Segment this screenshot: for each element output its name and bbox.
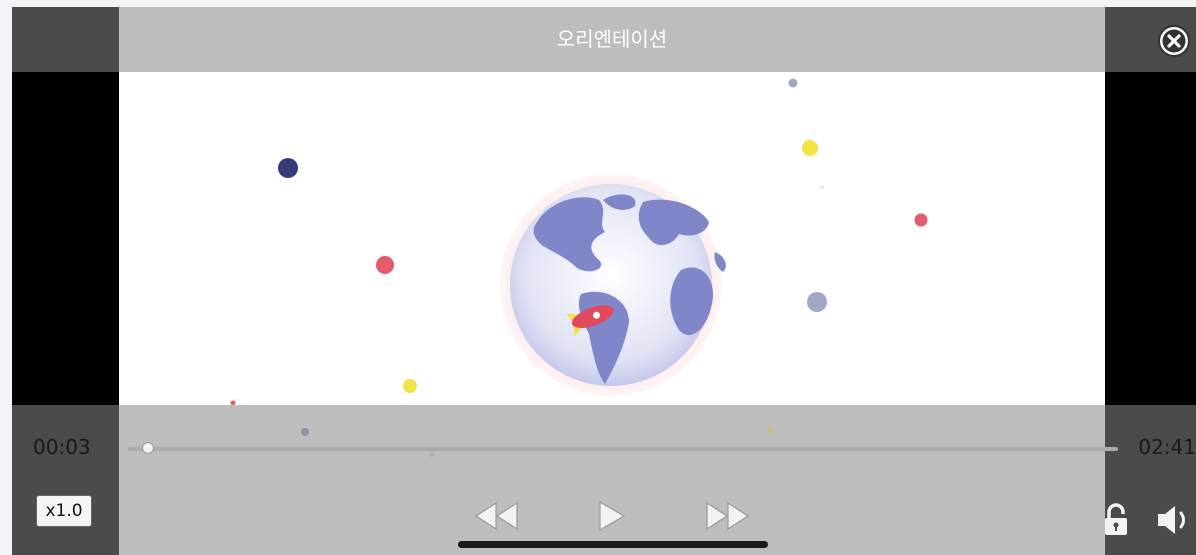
volume-icon <box>1158 506 1185 534</box>
playback-speed-button[interactable]: x1.0 <box>36 495 92 527</box>
seek-bar[interactable] <box>128 447 1118 451</box>
dot <box>914 213 928 227</box>
rewind-icon <box>474 501 518 531</box>
fast-forward-button[interactable] <box>704 501 750 535</box>
bottom-controls: 00:03 02:41 x1.0 <box>12 405 1196 555</box>
video-player[interactable]: 오리엔테이션 00:03 02:41 x1.0 <box>12 7 1196 555</box>
volume-button[interactable] <box>1156 503 1192 541</box>
dot <box>429 451 435 457</box>
fast-forward-icon <box>706 501 750 531</box>
dot <box>767 428 773 434</box>
dot <box>301 428 309 436</box>
top-bar: 오리엔테이션 <box>12 7 1196 72</box>
play-button[interactable] <box>598 500 626 536</box>
home-indicator <box>458 541 768 548</box>
dot <box>807 292 827 312</box>
dot <box>788 78 798 88</box>
title-bar: 오리엔테이션 <box>119 7 1105 72</box>
seek-thumb[interactable] <box>141 442 154 454</box>
globe-animation <box>230 78 928 405</box>
close-circle-icon <box>1158 25 1190 57</box>
dot <box>802 140 818 156</box>
video-title: 오리엔테이션 <box>556 27 668 51</box>
dot <box>278 158 298 178</box>
rewind-button[interactable] <box>474 501 520 535</box>
duration-time: 02:41 <box>1138 435 1196 459</box>
close-button[interactable] <box>1156 23 1192 59</box>
dot <box>376 256 394 274</box>
lock-open-icon <box>1105 503 1127 535</box>
lock-button[interactable] <box>1104 503 1128 541</box>
current-time: 00:03 <box>33 435 91 459</box>
dot <box>820 185 824 189</box>
dot <box>403 379 417 393</box>
video-frame[interactable] <box>119 72 1105 405</box>
play-icon <box>599 500 626 532</box>
